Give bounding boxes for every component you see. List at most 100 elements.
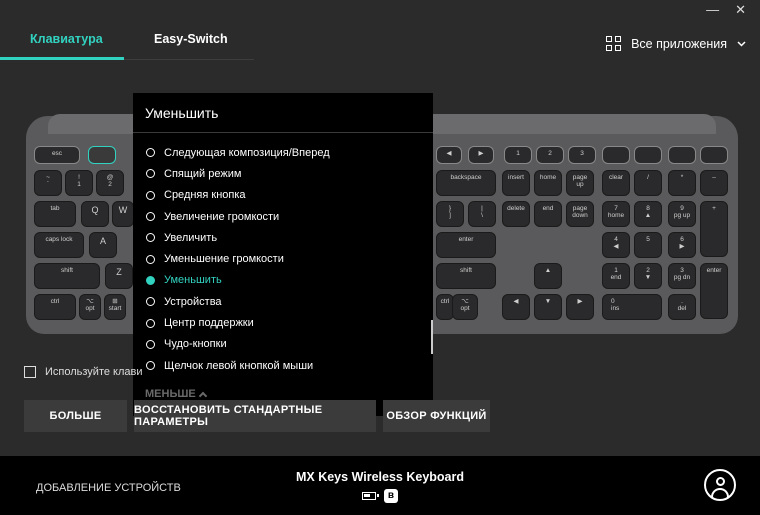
tab-easy-switch[interactable]: Easy-Switch (124, 28, 254, 60)
dropdown-item-label: Центр поддержки (164, 317, 254, 330)
key-numpad-plus[interactable]: + (700, 201, 728, 257)
key-volume-up[interactable]: ▶ (468, 146, 494, 164)
key-z[interactable]: Z (105, 263, 133, 289)
key-numpad-dot[interactable]: . del (668, 294, 696, 320)
radio-icon (146, 318, 155, 328)
tab-bar: Клавиатура Easy-Switch (0, 28, 270, 60)
dropdown-item[interactable]: Чудо-кнопки (133, 334, 433, 355)
key-easy-switch-1[interactable]: 1 (504, 146, 532, 164)
show-less-button[interactable]: МЕНЬШЕ (145, 388, 207, 400)
dropdown-item[interactable]: Увеличение громкости (133, 206, 433, 227)
dropdown-scrollbar[interactable] (431, 320, 433, 354)
use-keys-checkbox[interactable] (24, 366, 36, 378)
dropdown-title: Уменьшить (133, 93, 433, 133)
dropdown-item-label: Спящий режим (164, 167, 242, 180)
close-button[interactable]: ✕ (735, 2, 746, 18)
radio-selected-icon (146, 275, 155, 285)
key-shift-left[interactable]: shift (34, 263, 100, 289)
key-numpad-minus[interactable]: – (700, 170, 728, 196)
key-screenshot[interactable] (634, 146, 662, 164)
key-a[interactable]: A (89, 232, 117, 258)
key-f1-selected[interactable] (88, 146, 116, 164)
key-clear[interactable]: clear (602, 170, 630, 196)
dropdown-item[interactable]: Центр поддержки (133, 312, 433, 333)
dropdown-list: Следующая композиция/Вперед Спящий режим… (133, 133, 433, 376)
key-numpad-9[interactable]: 9 pg up (668, 201, 696, 227)
radio-icon (146, 339, 155, 349)
key-opt-right[interactable]: ⌥ opt (452, 294, 478, 320)
battery-icon (362, 492, 379, 500)
key-numpad-1[interactable]: 1 end (602, 263, 630, 289)
key-numpad-star[interactable]: * (668, 170, 696, 196)
dropdown-item[interactable]: Спящий режим (133, 163, 433, 184)
key-delete[interactable]: delete (502, 201, 530, 227)
key-opt-left[interactable]: ⌥ opt (79, 294, 101, 320)
key-numpad-3[interactable]: 3 pg dn (668, 263, 696, 289)
key-easy-switch-3[interactable]: 3 (568, 146, 596, 164)
key-lock[interactable] (700, 146, 728, 164)
key-end[interactable]: end (534, 201, 562, 227)
key-volume-down[interactable]: ◀ (436, 146, 462, 164)
key-numpad-8[interactable]: 8 ▲ (634, 201, 662, 227)
key-arrow-left[interactable]: ◀ (502, 294, 530, 320)
key-esc[interactable]: esc (34, 146, 80, 164)
key-ctrl-left[interactable]: ctrl (34, 294, 76, 320)
grid-icon (606, 36, 622, 51)
dropdown-item-selected[interactable]: Уменьшить (133, 270, 433, 291)
key-numpad-enter[interactable]: enter (700, 263, 728, 319)
radio-icon (146, 190, 155, 200)
dropdown-item[interactable]: Увеличить (133, 227, 433, 248)
dropdown-item[interactable]: Следующая композиция/Вперед (133, 142, 433, 163)
key-page-up[interactable]: page up (566, 170, 594, 196)
dropdown-item-label: Уменьшение громкости (164, 253, 284, 266)
key-bracket-right[interactable]: } ] (436, 201, 464, 227)
dropdown-item[interactable]: Щелчок левой кнопкой мыши (133, 355, 433, 376)
key-numpad-0[interactable]: 0 ins (602, 294, 662, 320)
key-shift-right[interactable]: shift (436, 263, 496, 289)
action-dropdown: Уменьшить Следующая композиция/Вперед Сп… (133, 93, 433, 416)
key-page-down[interactable]: page down (566, 201, 594, 227)
key-numpad-6[interactable]: 6 ▶ (668, 232, 696, 258)
apps-selector[interactable]: Все приложения (606, 36, 746, 51)
key-arrow-up[interactable]: ▲ (534, 263, 562, 289)
key-enter[interactable]: enter (436, 232, 496, 258)
key-numpad-2[interactable]: 2 ▼ (634, 263, 662, 289)
key-numpad-7[interactable]: 7 home (602, 201, 630, 227)
key-menu[interactable] (668, 146, 696, 164)
key-q[interactable]: Q (81, 201, 109, 227)
more-button[interactable]: БОЛЬШЕ (24, 400, 127, 432)
key-arrow-down[interactable]: ▼ (534, 294, 562, 320)
key-backspace[interactable]: backspace (436, 170, 496, 196)
key-1[interactable]: ! 1 (65, 170, 93, 196)
key-numpad-4[interactable]: 4 ◀ (602, 232, 630, 258)
tab-keyboard[interactable]: Клавиатура (0, 28, 124, 60)
radio-icon (146, 212, 155, 222)
dropdown-item[interactable]: Средняя кнопка (133, 185, 433, 206)
key-backslash[interactable]: | \ (468, 201, 496, 227)
dropdown-item-label: Увеличение громкости (164, 210, 280, 223)
key-w[interactable]: W (112, 201, 134, 227)
account-button[interactable] (704, 469, 736, 501)
key-calculator[interactable] (602, 146, 630, 164)
radio-icon (146, 233, 155, 243)
minimize-button[interactable]: — (706, 2, 719, 18)
key-insert[interactable]: insert (502, 170, 530, 196)
key-tab[interactable]: tab (34, 201, 76, 227)
user-icon (716, 477, 725, 486)
window-controls: — ✕ (706, 2, 746, 18)
dropdown-item[interactable]: Устройства (133, 291, 433, 312)
key-arrow-right[interactable]: ▶ (566, 294, 594, 320)
key-2[interactable]: @ 2 (96, 170, 124, 196)
key-start[interactable]: ⊞ start (104, 294, 126, 320)
user-icon-body (711, 488, 729, 497)
dropdown-item-label: Щелчок левой кнопкой мыши (164, 359, 314, 372)
key-easy-switch-2[interactable]: 2 (536, 146, 564, 164)
features-overview-button[interactable]: ОБЗОР ФУНКЦИЙ (383, 400, 490, 432)
key-caps-lock[interactable]: caps lock (34, 232, 84, 258)
restore-defaults-button[interactable]: ВОССТАНОВИТЬ СТАНДАРТНЫЕ ПАРАМЕТРЫ (134, 400, 376, 432)
key-numpad-slash[interactable]: / (634, 170, 662, 196)
dropdown-item[interactable]: Уменьшение громкости (133, 248, 433, 269)
key-numpad-5[interactable]: 5 (634, 232, 662, 258)
key-tilde[interactable]: ~ ` (34, 170, 62, 196)
key-home[interactable]: home (534, 170, 562, 196)
